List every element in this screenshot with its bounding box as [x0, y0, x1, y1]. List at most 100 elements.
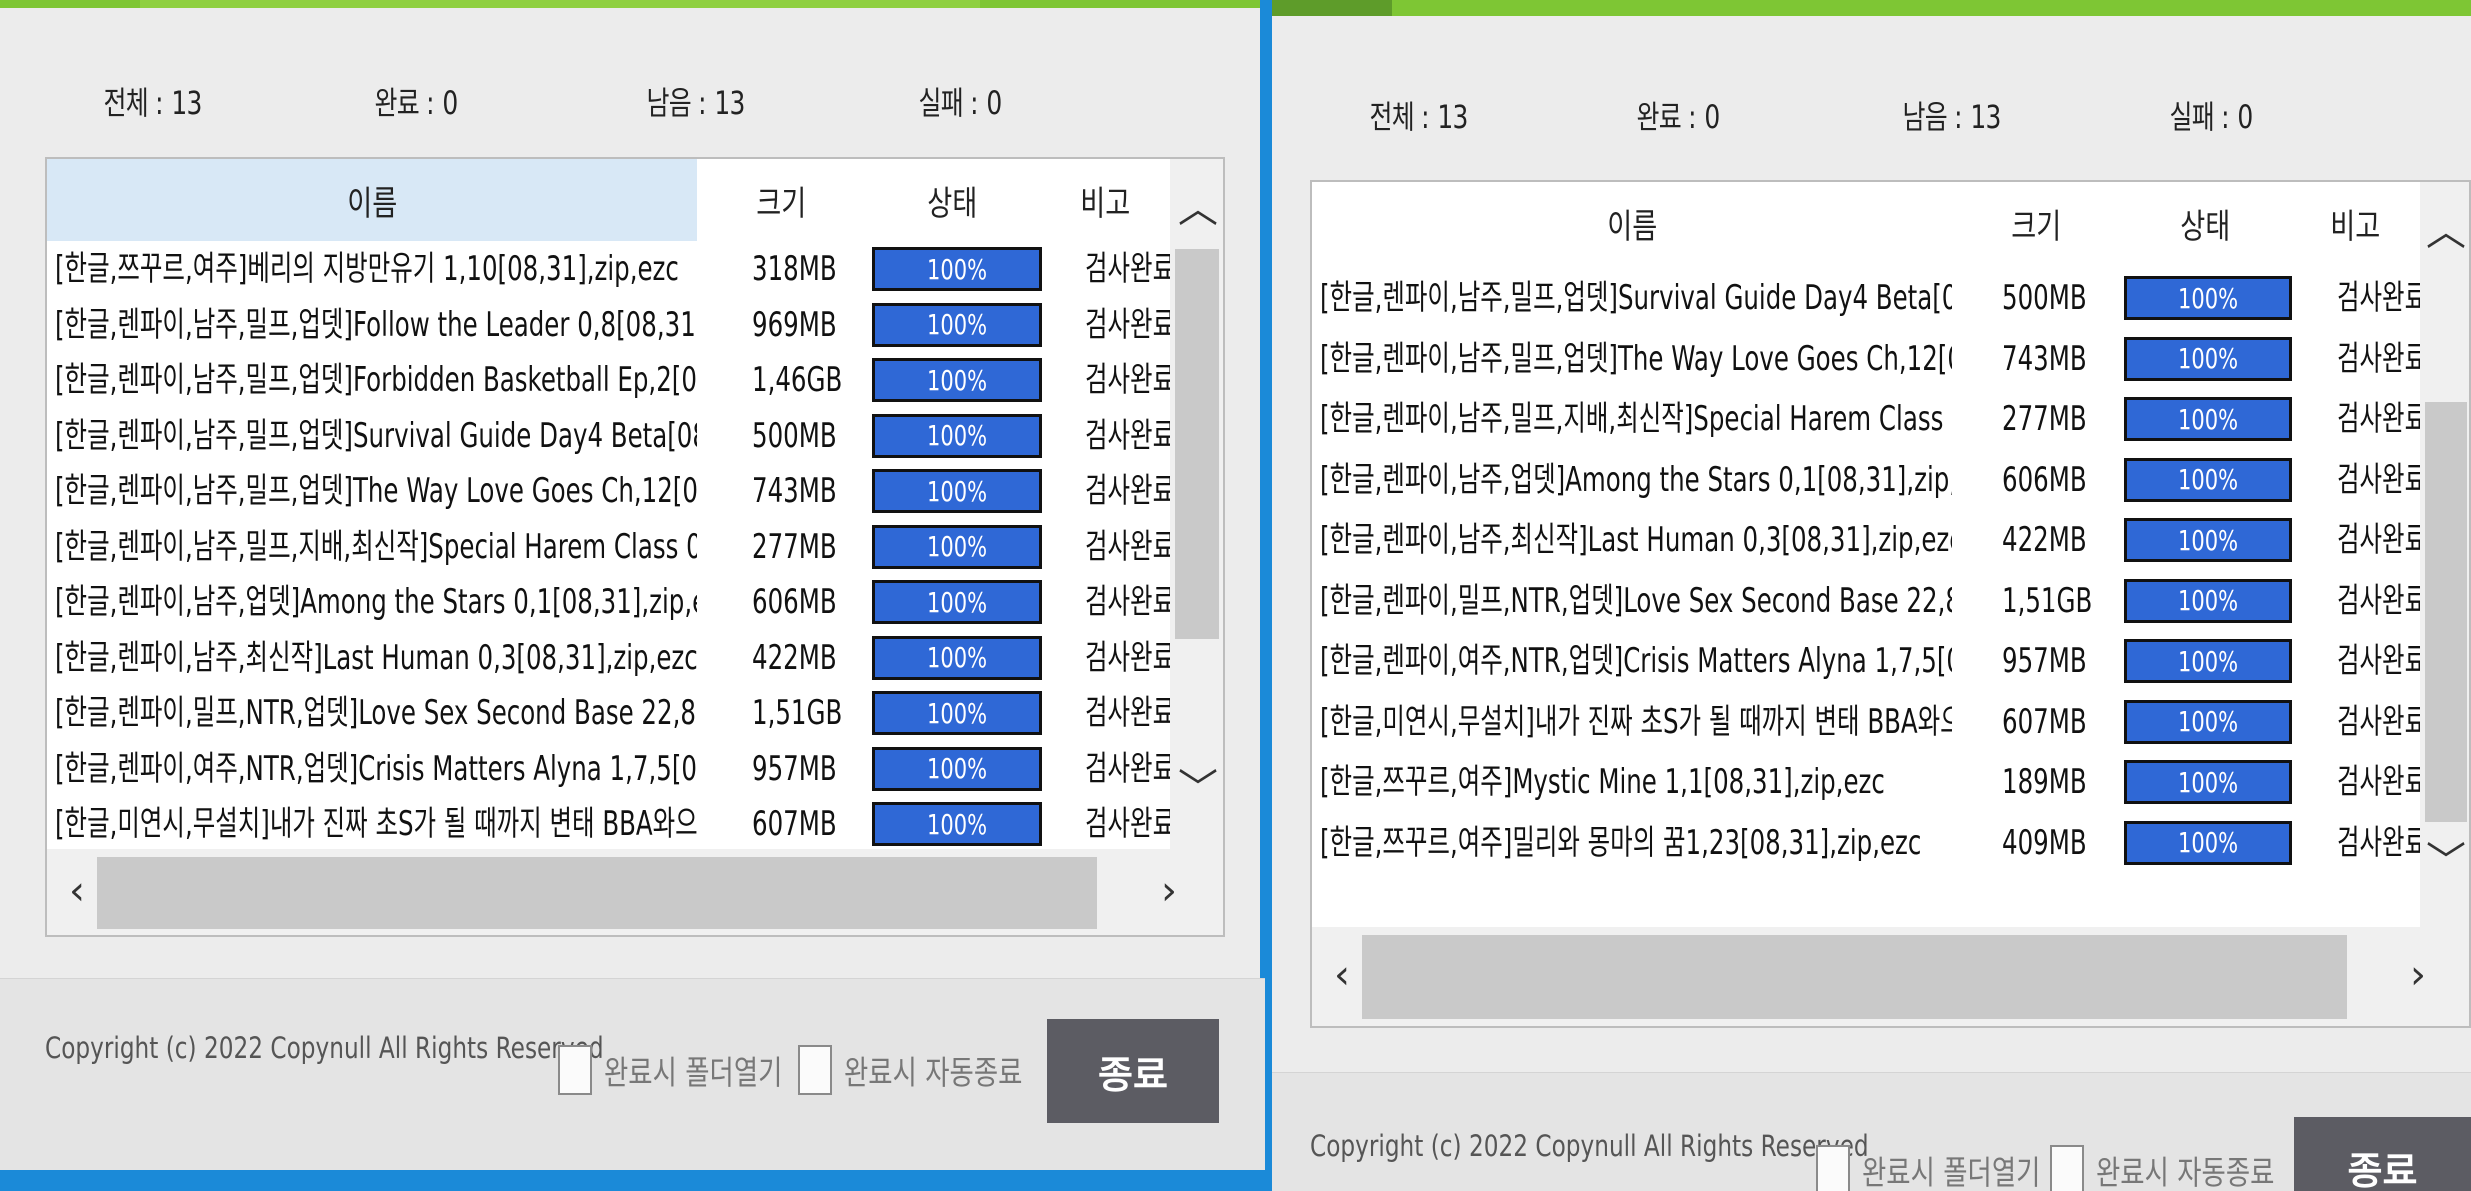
file-size-cell: 500MB [2002, 278, 2087, 318]
progress-label: 100% [926, 641, 988, 674]
table-row[interactable]: [한글,렌파이,남주,최신작]Last Human 0,3[08,31],zip… [1312, 512, 2420, 568]
table-row[interactable]: [한글,렌파이,남주,최신작]Last Human 0,3[08,31],zip… [47, 630, 1170, 686]
scroll-thumb-horizontal[interactable] [1362, 935, 2347, 1019]
chevron-right-icon[interactable]: › [1139, 871, 1199, 911]
progress-bar: 100% [872, 635, 1042, 680]
file-name-cell: [한글,렌파이,남주,최신작]Last Human 0,3[08,31],zip… [55, 637, 697, 678]
progress-bar: 100% [872, 302, 1042, 347]
scroll-thumb-horizontal[interactable] [97, 857, 1097, 929]
status-note-cell: 검사완료 [1085, 748, 1170, 789]
chevron-right-icon[interactable]: › [2388, 955, 2448, 995]
chevron-up-icon[interactable]: ︿ [2416, 212, 2469, 252]
auto-exit-checkbox[interactable]: 완료시 자동종료 [798, 1045, 1067, 1095]
checkbox-box[interactable] [2050, 1145, 2084, 1191]
file-size-cell: 969MB [752, 304, 837, 345]
file-size-cell: 277MB [2002, 399, 2087, 439]
checkbox-box[interactable] [1816, 1145, 1850, 1191]
column-header-name[interactable]: 이름 [1312, 182, 1952, 264]
table-row[interactable]: [한글,쯔꾸르,여주]베리의 지방만유기 1,10[08,31],zip,ezc… [47, 241, 1170, 297]
table-row[interactable]: [한글,렌파이,남주,밀프,업뎃]Forbidden Basketball Ep… [47, 352, 1170, 408]
chevron-up-icon[interactable]: ︿ [1168, 189, 1223, 229]
file-name-cell: [한글,렌파이,남주,밀프,업뎃]Survival Guide Day4 Bet… [1320, 278, 1952, 318]
table-row[interactable]: [한글,미연시,무설치]내가 진짜 초S가 될 때까지 변태 BBA와으 607M… [1312, 694, 2420, 750]
progress-bar: 100% [872, 524, 1042, 569]
column-header-size[interactable]: 크기 [1952, 182, 2120, 264]
table-row[interactable]: [한글,렌파이,남주,밀프,지배,최신작]Special Harem Class… [1312, 391, 2420, 447]
stat-done: 완료 : 0 [1636, 98, 1721, 136]
horizontal-scrollbar[interactable]: ‹ › [1312, 927, 2469, 1026]
progress-label: 100% [2177, 644, 2239, 678]
file-list[interactable]: 이름 크기 상태 비고 [한글,쯔꾸르,여주]베리의 지방만유기 1,10[08… [45, 157, 1225, 937]
table-row[interactable]: [한글,렌파이,밀프,NTR,업뎃]Love Sex Second Base 2… [1312, 573, 2420, 629]
vertical-scrollbar[interactable]: ︿ ﹀ [2420, 182, 2469, 927]
status-note-cell: 검사완료 [1085, 526, 1170, 567]
progress-bar: 100% [872, 802, 1042, 846]
column-header-size[interactable]: 크기 [697, 159, 865, 241]
file-size-cell: 500MB [752, 415, 837, 456]
table-row[interactable]: [한글,렌파이,남주,업뎃]Among the Stars 0,1[08,31]… [47, 574, 1170, 630]
downloader-window-right: 전체 : 13 완료 : 0 남음 : 13 실패 : 0 이름 크기 상태 비… [1272, 0, 2471, 1191]
table-row[interactable]: [한글,렌파이,남주,밀프,업뎃]The Way Love Goes Ch,12… [47, 463, 1170, 519]
progress-bar: 100% [2124, 760, 2292, 804]
exit-button[interactable]: 종료 [1047, 1019, 1219, 1123]
file-list[interactable]: 이름 크기 상태 비고 [한글,렌파이,남주,밀프,업뎃]Survival Gu… [1310, 180, 2471, 1028]
file-name-cell: [한글,쯔꾸르,여주]Mystic Mine 1,1[08,31],zip,ez… [1320, 762, 1885, 802]
open-folder-checkbox[interactable]: 완료시 폴더열기 [1816, 1145, 2085, 1191]
progress-label: 100% [926, 696, 988, 730]
progress-label: 100% [2177, 705, 2239, 738]
table-row[interactable]: [한글,렌파이,여주,NTR,업뎃]Crisis Matters Alyna 1… [47, 741, 1170, 797]
table-row[interactable]: [한글,렌파이,남주,밀프,업뎃]Follow the Leader 0,8[0… [47, 297, 1170, 353]
column-header-note[interactable]: 비고 [2290, 182, 2420, 264]
table-row[interactable]: [한글,렌파이,여주,NTR,업뎃]Crisis Matters Alyna 1… [1312, 633, 2420, 689]
file-size-cell: 743MB [2002, 338, 2087, 379]
scroll-thumb[interactable] [1175, 249, 1219, 639]
horizontal-scrollbar[interactable]: ‹ › [47, 849, 1223, 935]
table-row[interactable]: [한글,쯔꾸르,여주]Mystic Mine 1,1[08,31],zip,ez… [1312, 754, 2420, 810]
table-row[interactable]: [한글,렌파이,남주,업뎃]Among the Stars 0,1[08,31]… [1312, 452, 2420, 508]
table-row[interactable]: [한글,렌파이,남주,밀프,업뎃]The Way Love Goes Ch,12… [1312, 331, 2420, 387]
chevron-down-icon[interactable]: ﹀ [1168, 769, 1223, 809]
status-note-cell: 검사완료 [2337, 822, 2420, 863]
status-note-cell: 검사완료 [2337, 701, 2420, 742]
table-row[interactable]: [한글,렌파이,밀프,NTR,업뎃]Love Sex Second Base 2… [47, 685, 1170, 741]
progress-label: 100% [926, 419, 988, 452]
open-folder-checkbox[interactable]: 완료시 폴더열기 [558, 1045, 827, 1095]
column-header-note[interactable]: 비고 [1040, 159, 1170, 241]
progress-label: 100% [926, 363, 988, 397]
table-row[interactable]: [한글,렌파이,남주,밀프,지배,최신작]Special Harem Class… [47, 519, 1170, 575]
vertical-scrollbar[interactable]: ︿ ﹀ [1168, 159, 1223, 849]
exit-button[interactable]: 종료 [2294, 1117, 2471, 1191]
progress-label: 100% [926, 585, 988, 619]
table-row[interactable]: [한글,렌파이,남주,밀프,업뎃]Survival Guide Day4 Bet… [1312, 270, 2420, 326]
progress-bar: 100% [872, 469, 1042, 513]
status-note-cell: 검사완료 [2337, 399, 2420, 439]
table-row[interactable]: [한글,미연시,무설치]내가 진짜 초S가 될 때까지 변태 BBA와으 607M… [47, 796, 1170, 852]
copyright-text: Copyright (c) 2022 Copynull All Rights R… [1310, 1129, 1869, 1163]
checkbox-box[interactable] [558, 1045, 592, 1095]
status-note-cell: 검사완료 [1085, 304, 1170, 345]
scroll-thumb[interactable] [2425, 402, 2467, 822]
column-header-status[interactable]: 상태 [2120, 182, 2290, 264]
auto-exit-checkbox[interactable]: 완료시 자동종료 [2050, 1145, 2319, 1191]
checkbox-box[interactable] [798, 1045, 832, 1095]
column-header-name[interactable]: 이름 [47, 159, 697, 241]
file-size-cell: 606MB [2002, 459, 2087, 500]
progress-label: 100% [2177, 765, 2239, 799]
title-accent-bar [0, 0, 1265, 8]
chevron-down-icon[interactable]: ﹀ [2416, 842, 2469, 882]
file-name-cell: [한글,렌파이,남주,최신작]Last Human 0,3[08,31],zip… [1320, 520, 1952, 560]
table-row[interactable]: [한글,쯔꾸르,여주]밀리와 몽마의 꿈1,23[08,31],zip,ezc 4… [1312, 815, 2420, 871]
file-size-cell: 422MB [752, 637, 837, 678]
progress-label: 100% [926, 308, 988, 341]
stat-fail: 실패 : 0 [918, 84, 1003, 122]
progress-label: 100% [2177, 826, 2239, 859]
progress-label: 100% [2177, 463, 2239, 496]
column-header-status[interactable]: 상태 [865, 159, 1040, 241]
progress-bar: 100% [2124, 639, 2292, 683]
file-name-cell: [한글,렌파이,남주,밀프,지배,최신작]Special Harem Class… [55, 526, 697, 567]
table-row[interactable]: [한글,렌파이,남주,밀프,업뎃]Survival Guide Day4 Bet… [47, 408, 1170, 464]
checkbox-label: 완료시 폴더열기 [1862, 1153, 2041, 1191]
progress-bar: 100% [2124, 699, 2292, 744]
status-note-cell: 검사완료 [1085, 637, 1170, 678]
progress-bar: 100% [2124, 457, 2292, 502]
